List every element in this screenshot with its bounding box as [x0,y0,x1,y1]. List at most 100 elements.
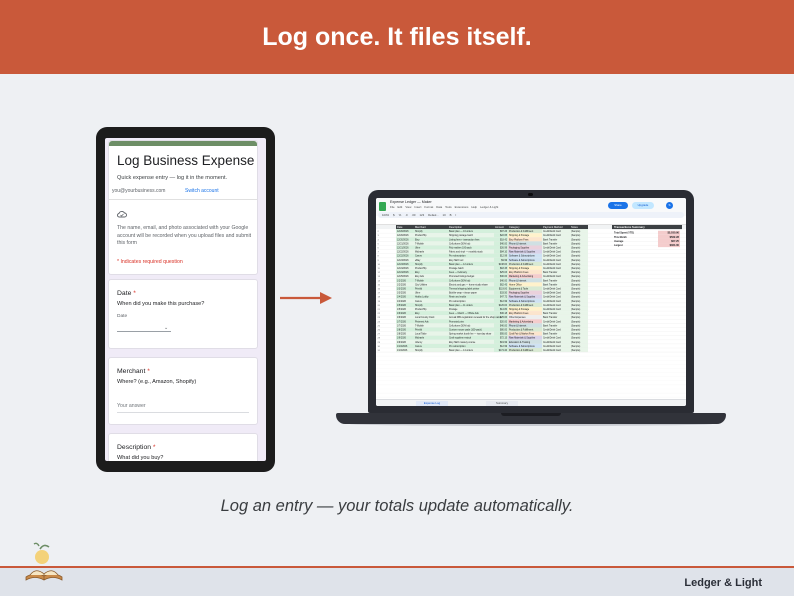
table-row[interactable] [396,286,494,291]
table-cell[interactable]: Fabric and vinyl — monthly stock [449,251,484,254]
table-cell[interactable]: 12/24/2026 [397,272,409,274]
table-cell[interactable]: 12/20/2026 [397,231,409,233]
table-row[interactable] [396,253,494,258]
table-cell[interactable]: Printful [415,288,423,291]
table-row[interactable] [396,294,494,299]
table-cell[interactable]: Udemy [415,342,423,344]
table-cell[interactable]: Poly mailers 100-pack [449,247,472,250]
table-cell[interactable]: $40.00 [500,280,508,282]
table-cell[interactable]: Shipping & Postage [509,234,530,237]
table-cell[interactable]: eBay [415,260,421,262]
table-cell[interactable]: Cell phone (50% biz) [449,243,471,245]
table-cell[interactable]: Bank Transfer [543,324,558,327]
table-cell[interactable]: (Sample) [571,289,581,291]
menu-item[interactable]: Edit [398,205,403,209]
menu-item[interactable]: Data [436,205,442,209]
table-cell[interactable]: Hobby Lobby [415,297,429,299]
table-cell[interactable]: Marketing & Advertising [509,320,534,323]
table-cell[interactable]: Postage batch [449,267,464,270]
table-cell[interactable]: (Sample) [571,338,581,340]
table-cell[interactable]: (Sample) [571,280,581,282]
table-row[interactable] [396,229,494,234]
avatar[interactable]: S [666,202,673,209]
table-cell[interactable]: Bank Transfer [543,271,558,274]
table-cell[interactable]: Bank Transfer [543,279,558,282]
table-cell[interactable]: 1/4/2026 [397,301,407,303]
table-cell[interactable]: Uline [415,248,421,250]
table-cell[interactable]: 1/7/2026 [397,325,407,327]
table-cell[interactable]: Bubble wrap + tissue paper [449,292,477,295]
table-row[interactable] [396,270,494,275]
table-cell[interactable]: Production & Fulfillment [509,263,534,266]
table-cell[interactable]: Credit/Debit Card [543,296,561,299]
toolbar-button[interactable]: B [450,213,452,217]
table-cell[interactable]: Michaels [415,338,425,340]
table-cell[interactable]: Home Office [509,284,522,286]
table-cell[interactable]: Raw Materials & Supplies [509,337,536,340]
table-cell[interactable]: $62.43 [500,284,508,286]
table-cell[interactable]: Credit/Debit Card [543,337,561,340]
table-cell[interactable]: $12.99 [500,256,508,258]
menu-item[interactable]: Extensions [455,205,469,209]
toolbar-button[interactable]: $ [393,213,395,217]
table-row[interactable] [396,233,494,238]
table-cell[interactable]: Canva [415,256,422,258]
table-cell[interactable]: City Utilities [415,283,428,286]
table-cell[interactable]: 12/20/2026 [397,239,409,241]
table-cell[interactable]: (Sample) [571,293,581,295]
table-cell[interactable]: 1/3/2026 [397,289,407,291]
table-cell[interactable]: Annual DBA registration renewal for the … [449,316,502,319]
table-cell[interactable]: (Sample) [571,346,581,348]
table-cell[interactable]: Credit/Debit Card [543,320,561,323]
menu-item[interactable]: View [405,205,411,209]
table-cell[interactable]: $12.99 [500,346,508,348]
table-cell[interactable]: $84.10 [500,252,508,254]
table-row[interactable] [396,290,494,295]
table-row[interactable] [396,343,494,348]
toolbar-button[interactable]: 123 [419,213,424,217]
table-cell[interactable]: 1/5/2026 [397,305,407,307]
menu-item[interactable]: Format [424,205,433,209]
upgrade-button[interactable]: Upgrade [632,202,654,209]
table-cell[interactable]: Etsy Platform Fees [509,238,529,241]
table-cell[interactable]: Basic plan — 12 orders [449,263,474,266]
table-cell[interactable]: Basic plan — 16 orders [449,230,474,233]
table-cell[interactable]: Promoted listings budget [449,275,475,278]
table-cell[interactable]: Craft supplies restock [449,337,472,340]
table-cell[interactable]: Michaels [415,252,425,254]
table-cell[interactable]: (Sample) [571,284,581,286]
table-cell[interactable]: 12/21/2026 [397,248,409,250]
table-cell[interactable]: Shopify [415,350,424,352]
table-cell[interactable]: Credit/Debit Card [543,255,561,258]
table-cell[interactable]: Bank Transfer [543,316,558,319]
table-cell[interactable]: $9.99 [501,260,507,262]
table-cell[interactable]: (Sample) [571,243,581,245]
table-cell[interactable]: 1/7/2026 [397,321,407,323]
table-cell[interactable]: ProductHip [415,234,427,237]
table-cell[interactable]: $25.00 [500,317,508,319]
table-cell[interactable]: T-Mobile [415,325,425,327]
table-cell[interactable]: (Sample) [571,313,581,315]
table-cell[interactable]: 1/2/2026 [397,284,407,286]
table-cell[interactable]: Production & Fulfillment [509,304,534,307]
table-cell[interactable]: $12.99 [500,301,508,303]
table-cell[interactable]: $97.26 [500,231,508,233]
table-cell[interactable]: Phone & Internet [509,324,527,327]
table-cell[interactable]: Canva [415,301,422,303]
table-row[interactable] [396,311,494,316]
table-cell[interactable]: Raw Materials & Supplies [509,251,536,254]
table-cell[interactable]: (Sample) [571,297,581,299]
table-cell[interactable]: Craft Fair & Market Fees [509,333,535,336]
table-cell[interactable]: Bank Transfer [543,242,558,245]
menu-item[interactable]: Help [471,205,477,209]
table-cell[interactable]: Shipping & Postage [509,308,530,311]
toolbar-button[interactable]: .00 [412,213,416,217]
table-cell[interactable]: 1/6/2026 [397,313,407,315]
menu-item[interactable]: Insert [414,205,421,209]
table-cell[interactable]: Shipping & Postage [509,267,530,270]
table-cell[interactable]: 12/23/2026 [397,260,409,262]
table-cell[interactable]: Shopify [415,305,424,307]
table-cell[interactable]: (Sample) [571,272,581,274]
table-cell[interactable]: $30.00 [500,276,508,278]
table-cell[interactable]: (Sample) [571,330,581,332]
